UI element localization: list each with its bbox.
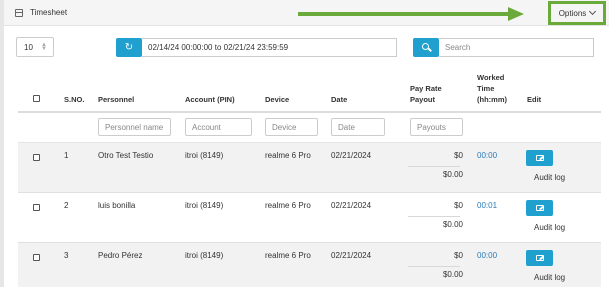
row-account: itroi (8149) (185, 251, 224, 260)
chevron-down-icon (589, 7, 597, 16)
pay-divider (408, 166, 460, 167)
edit-icon (535, 255, 544, 261)
pay-divider (408, 216, 460, 217)
page-size-select[interactable]: 10 ▲ ▼ (16, 37, 54, 57)
edit-icon (535, 205, 544, 211)
row-sno: 3 (64, 251, 69, 260)
row-payout: $0.00 (442, 220, 463, 229)
payouts-filter-input[interactable] (410, 118, 463, 136)
row-pay-rate: $0 (454, 201, 463, 210)
col-header-sno: S.NO. (64, 95, 85, 104)
personnel-filter-input[interactable] (98, 118, 171, 136)
col-header-date[interactable]: Date (331, 95, 347, 105)
row-date: 02/21/2024 (331, 201, 372, 210)
edit-button[interactable] (526, 250, 553, 266)
col-header-time[interactable]: Time (477, 84, 494, 94)
col-header-account[interactable]: Account (PIN) (185, 95, 235, 105)
calendar-icon (15, 9, 23, 17)
row-payout: $0.00 (442, 270, 463, 279)
audit-log-link[interactable]: Audit log (534, 273, 565, 282)
row-sno: 2 (64, 201, 69, 210)
edit-button[interactable] (526, 200, 553, 216)
col-header-worked[interactable]: Worked (477, 73, 504, 83)
row-sno: 1 (64, 151, 69, 160)
row-date: 02/21/2024 (331, 151, 372, 160)
row-worked-time[interactable]: 00:00 (477, 251, 497, 260)
col-header-hhmm[interactable]: (hh:mm) (477, 95, 507, 105)
table-row: 2 luis bonilla itroi (8149) realme 6 Pro… (18, 193, 601, 243)
account-filter-input[interactable] (185, 118, 252, 136)
page-size-value: 10 (24, 42, 33, 52)
audit-log-link[interactable]: Audit log (534, 223, 565, 232)
col-header-pay-rate[interactable]: Pay Rate (410, 84, 442, 94)
row-account: itroi (8149) (185, 151, 224, 160)
select-all-checkbox[interactable] (33, 95, 40, 102)
options-label: Options (558, 8, 587, 18)
row-personnel: Otro Test Testio (98, 151, 154, 160)
reset-date-button[interactable]: ↻ (116, 38, 142, 57)
table-row: 1 Otro Test Testio itroi (8149) realme 6… (18, 143, 601, 193)
annotation-arrow-head (508, 7, 524, 21)
row-worked-time[interactable]: 00:00 (477, 151, 497, 160)
annotation-arrow-shaft (298, 12, 510, 16)
device-filter-input[interactable] (265, 118, 318, 136)
row-date: 02/21/2024 (331, 251, 372, 260)
pay-divider (408, 266, 460, 267)
row-pay-rate: $0 (454, 251, 463, 260)
col-header-edit: Edit (527, 95, 542, 104)
search-button[interactable] (413, 38, 439, 57)
date-range-value: 02/14/24 00:00:00 to 02/21/24 23:59:59 (148, 43, 289, 52)
edit-button[interactable] (526, 150, 553, 166)
audit-log-link[interactable]: Audit log (534, 173, 565, 182)
options-button[interactable]: Options (548, 1, 606, 25)
row-device: realme 6 Pro (265, 251, 311, 260)
row-account: itroi (8149) (185, 201, 224, 210)
row-device: realme 6 Pro (265, 201, 311, 210)
table-row: 3 Pedro Pérez itroi (8149) realme 6 Pro … (18, 243, 601, 287)
row-personnel: luis bonilla (98, 201, 136, 210)
row-checkbox[interactable] (33, 204, 40, 211)
date-filter-input[interactable] (331, 118, 385, 136)
date-range-picker[interactable]: 02/14/24 00:00:00 to 02/21/24 23:59:59 (142, 38, 397, 57)
row-personnel: Pedro Pérez (98, 251, 143, 260)
row-device: realme 6 Pro (265, 151, 311, 160)
row-pay-rate: $0 (454, 151, 463, 160)
left-edge-strip (0, 0, 4, 287)
search-icon (421, 43, 429, 50)
refresh-icon: ↻ (124, 42, 134, 53)
row-checkbox[interactable] (33, 154, 40, 161)
panel-title: Timesheet (30, 8, 68, 17)
row-worked-time[interactable]: 00:01 (477, 201, 497, 210)
row-checkbox[interactable] (33, 254, 40, 261)
col-header-payout[interactable]: Payout (410, 95, 435, 105)
edit-icon (535, 155, 544, 161)
col-header-device[interactable]: Device (265, 95, 289, 105)
row-payout: $0.00 (442, 170, 463, 179)
spinner-arrows-icon: ▲ ▼ (41, 42, 47, 52)
col-header-personnel[interactable]: Personnel (98, 95, 134, 105)
search-input[interactable] (439, 38, 594, 57)
header-divider (18, 111, 601, 113)
